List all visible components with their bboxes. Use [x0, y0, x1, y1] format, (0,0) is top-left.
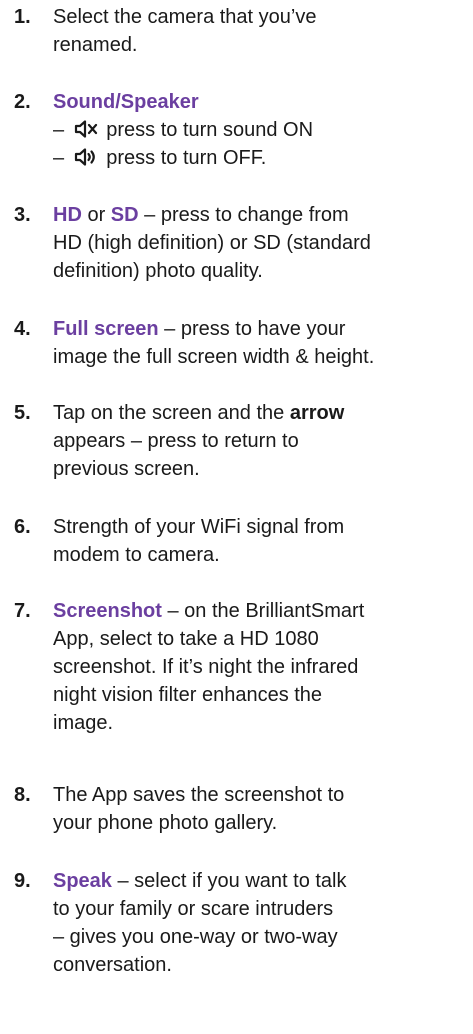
item-line: screenshot. If it’s night the infrared [53, 656, 359, 678]
unmute-instruction: press to turn OFF. [106, 147, 267, 169]
item-line: your phone photo gallery. [53, 812, 278, 834]
hd-label: HD [53, 204, 82, 226]
item-line: renamed. [53, 34, 138, 56]
or-text: or [81, 204, 111, 226]
mute-instruction: press to turn sound ON [106, 119, 314, 141]
item-line: Full screen – press to have your [53, 315, 473, 343]
item-text: HD or SD – press to change from HD (high… [53, 201, 473, 285]
item-line: to your family or scare intruders [53, 898, 334, 920]
arrow-term: arrow [289, 402, 345, 424]
item-line: App, select to take a HD 1080 [53, 628, 319, 650]
item-number: 8. [14, 784, 31, 806]
item-text: Tap on the screen and the arrow appears … [53, 399, 473, 483]
item-text: Full screen – press to have your image t… [53, 315, 473, 371]
item-line: night vision filter enhances the [53, 684, 323, 706]
item-line: HD or SD – press to change from [53, 201, 473, 229]
item-number: 4. [14, 318, 31, 340]
item-title: Sound/Speaker [53, 91, 199, 113]
item-line: – press to turn OFF. [53, 144, 473, 172]
item-text: Select the camera that you’ve renamed. [53, 3, 473, 59]
item-line: definition) photo quality. [53, 260, 263, 282]
item-text: Strength of your WiFi signal from modem … [53, 513, 473, 569]
item-number: 3. [14, 204, 31, 226]
item-title: Full screen [53, 318, 159, 340]
item-number: 7. [14, 600, 31, 622]
item-text: Speak – select if you want to talk to yo… [53, 867, 473, 979]
item-line-rest: – on the BrilliantSmart [161, 600, 365, 622]
item-number: 9. [14, 870, 31, 892]
item-number: 6. [14, 516, 31, 538]
item-line: appears – press to return to [53, 430, 299, 452]
dash: – [53, 147, 65, 169]
item-number: 2. [14, 91, 31, 113]
item-line-rest: – press to have your [158, 318, 346, 340]
item-title: Speak [53, 870, 112, 892]
item-title: Screenshot [53, 600, 162, 622]
item-line: modem to camera. [53, 544, 220, 566]
item-line: image. [53, 712, 114, 734]
speaker-sound-icon [73, 147, 99, 167]
item-line: Strength of your WiFi signal from [53, 516, 345, 538]
item-line: Speak – select if you want to talk [53, 867, 473, 895]
item-line: Screenshot – on the BrilliantSmart [53, 597, 473, 625]
item-line: image the full screen width & height. [53, 346, 375, 368]
item-line: previous screen. [53, 458, 200, 480]
item-line: Select the camera that you’ve [53, 6, 317, 28]
item-line: Tap on the screen and the arrow [53, 399, 473, 427]
item-line-rest: – press to change from [138, 204, 349, 226]
item-text: Sound/Speaker – press to turn sound ON – [53, 88, 473, 172]
item-line: – gives you one-way or two-way [53, 926, 338, 948]
instruction-list: 1. Select the camera that you’ve renamed… [0, 0, 473, 1034]
sd-label: SD [110, 204, 139, 226]
item-number: 5. [14, 402, 31, 424]
item-text: The App saves the screenshot to your pho… [53, 781, 473, 837]
item-line-rest: – select if you want to talk [111, 870, 347, 892]
item-line: – press to turn sound ON [53, 116, 473, 144]
item-line-start: Tap on the screen and the [53, 402, 290, 424]
item-line: The App saves the screenshot to [53, 784, 345, 806]
item-line: conversation. [53, 954, 172, 976]
item-text: Screenshot – on the BrilliantSmart App, … [53, 597, 473, 737]
item-number: 1. [14, 6, 31, 28]
item-line: HD (high definition) or SD (standard [53, 232, 371, 254]
speaker-muted-icon [73, 119, 99, 139]
dash: – [53, 119, 65, 141]
